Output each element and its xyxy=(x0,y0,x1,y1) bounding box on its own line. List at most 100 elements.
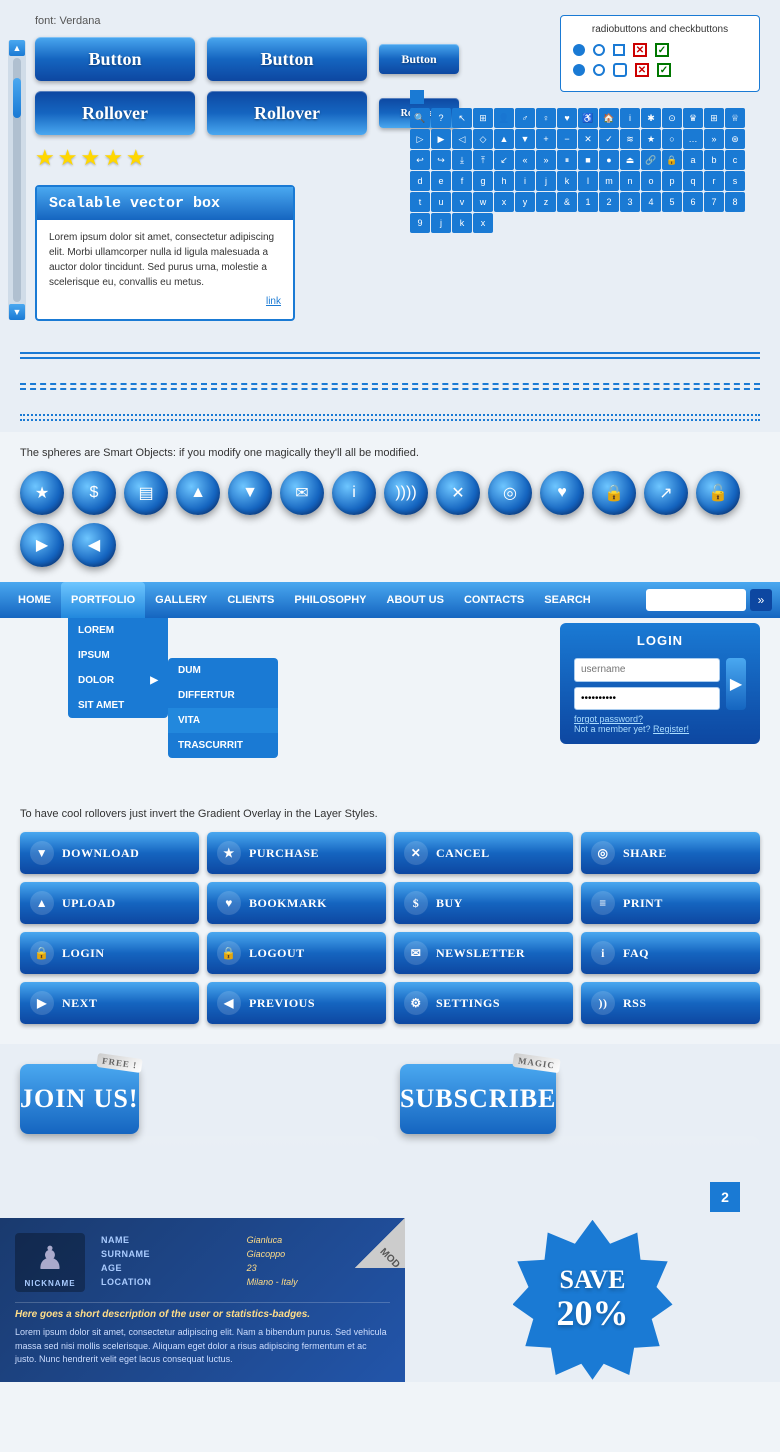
nav-gallery[interactable]: GALLERY xyxy=(145,582,217,618)
icon-f[interactable]: f xyxy=(452,171,472,191)
sub-vita[interactable]: VITA xyxy=(168,708,278,733)
sphere-heart[interactable]: ♥ xyxy=(540,471,584,515)
icon-female[interactable]: ♀ xyxy=(536,108,556,128)
icon-i[interactable]: i xyxy=(515,171,535,191)
forgot-password-link[interactable]: forgot password? xyxy=(574,714,643,724)
upload-button[interactable]: ▲ UPLOAD xyxy=(20,882,199,924)
share-button[interactable]: ◎ SHARE xyxy=(581,832,760,874)
rss-button[interactable]: )) RSS xyxy=(581,982,760,1024)
previous-button[interactable]: ◀ PREVIOUS xyxy=(207,982,386,1024)
sphere-arrow[interactable]: ↗ xyxy=(644,471,688,515)
sphere-play[interactable]: ▶ xyxy=(20,523,64,567)
icon-ul[interactable]: ⤒ xyxy=(473,150,493,170)
icon-z[interactable]: z xyxy=(536,192,556,212)
icon-b[interactable]: b xyxy=(704,150,724,170)
icon-o[interactable]: o xyxy=(641,171,661,191)
icon-person[interactable]: 👤 xyxy=(494,108,514,128)
icon-x2[interactable]: x xyxy=(494,192,514,212)
icon-circle[interactable]: ○ xyxy=(662,129,682,149)
icon-7[interactable]: 7 xyxy=(704,192,724,212)
icon-grid[interactable]: ⊞ xyxy=(473,108,493,128)
sphere-back[interactable]: ◀ xyxy=(72,523,116,567)
nav-home[interactable]: HOME xyxy=(8,582,61,618)
register-link[interactable]: Register! xyxy=(653,724,689,734)
scroll-thumb[interactable] xyxy=(13,78,21,118)
icon-q[interactable]: q xyxy=(683,171,703,191)
sphere-up[interactable]: ▲ xyxy=(176,471,220,515)
icon-s[interactable]: s xyxy=(725,171,745,191)
icon-dl[interactable]: ⤓ xyxy=(452,150,472,170)
icon-minus[interactable]: − xyxy=(557,129,577,149)
icon-fwd[interactable]: » xyxy=(536,150,556,170)
icon-g[interactable]: g xyxy=(473,171,493,191)
icon-undo[interactable]: ↩ xyxy=(410,150,430,170)
next-button[interactable]: ▶ NEXT xyxy=(20,982,199,1024)
icon-d[interactable]: d xyxy=(410,171,430,191)
icon-link[interactable]: 🔗 xyxy=(641,150,661,170)
radio-empty-2[interactable] xyxy=(593,64,605,76)
sphere-x[interactable]: ✕ xyxy=(436,471,480,515)
icon-check[interactable]: ✓ xyxy=(599,129,619,149)
icon-5[interactable]: 5 xyxy=(662,192,682,212)
icon-y[interactable]: y xyxy=(515,192,535,212)
icon-e[interactable]: e xyxy=(431,171,451,191)
icon-key[interactable]: a xyxy=(683,150,703,170)
icon-k2[interactable]: k xyxy=(452,213,472,233)
icon-plus[interactable]: + xyxy=(536,129,556,149)
newsletter-button[interactable]: ✉ NEWSLETTER xyxy=(394,932,573,974)
icon-search[interactable]: 🔍 xyxy=(410,108,430,128)
icon-wave[interactable]: ≋ xyxy=(620,129,640,149)
checkbox-x-2[interactable]: ✕ xyxy=(635,63,649,77)
sphere-lock[interactable]: 🔒 xyxy=(592,471,636,515)
icon-ff[interactable]: » xyxy=(704,129,724,149)
sphere-print[interactable]: ▤ xyxy=(124,471,168,515)
vector-box-link[interactable]: link xyxy=(49,294,281,309)
icon-rec[interactable]: ● xyxy=(599,150,619,170)
settings-button[interactable]: ⚙ SETTINGS xyxy=(394,982,573,1024)
icon-cursor[interactable]: ↖ xyxy=(452,108,472,128)
logout-button[interactable]: 🔒 LOGOUT xyxy=(207,932,386,974)
icon-m[interactable]: m xyxy=(599,171,619,191)
dropdown-ipsum[interactable]: IPSUM xyxy=(68,643,168,668)
dropdown-lorem[interactable]: LOREM xyxy=(68,618,168,643)
star-3[interactable]: ★ xyxy=(80,145,100,171)
icon-dl2[interactable]: ↙ xyxy=(494,150,514,170)
download-button[interactable]: ▼ DOWNLOAD xyxy=(20,832,199,874)
nav-search-button[interactable]: » xyxy=(750,589,772,611)
button-medium-1[interactable]: Button xyxy=(207,37,367,81)
checkbox-x-1[interactable]: ✕ xyxy=(633,43,647,57)
nav-contacts[interactable]: CONTACTS xyxy=(454,582,534,618)
icon-asterisk[interactable]: ✱ xyxy=(641,108,661,128)
icon-rwd[interactable]: « xyxy=(515,150,535,170)
icon-t[interactable]: t xyxy=(410,192,430,212)
subscribe-button[interactable]: SUBSCRIBE MAGIC xyxy=(400,1064,556,1134)
sphere-down[interactable]: ▼ xyxy=(228,471,272,515)
nav-search-input[interactable] xyxy=(646,589,746,611)
radio-filled-2[interactable] xyxy=(573,64,585,76)
sphere-info[interactable]: i xyxy=(332,471,376,515)
icon-question[interactable]: ? xyxy=(431,108,451,128)
icon-grid2[interactable]: ⊞ xyxy=(704,108,724,128)
icon-p[interactable]: p xyxy=(662,171,682,191)
sphere-rss[interactable]: )))) xyxy=(384,471,428,515)
icon-male[interactable]: ♂ xyxy=(515,108,535,128)
icon-r[interactable]: r xyxy=(704,171,724,191)
icon-diamond[interactable]: ◇ xyxy=(473,129,493,149)
icon-h[interactable]: h xyxy=(494,171,514,191)
button-large-1[interactable]: Button xyxy=(35,37,195,81)
icon-j[interactable]: j xyxy=(536,171,556,191)
faq-button[interactable]: i FAQ xyxy=(581,932,760,974)
icon-u[interactable]: u xyxy=(431,192,451,212)
rollover-large-1[interactable]: Rollover xyxy=(35,91,195,135)
sphere-dollar[interactable]: $ xyxy=(72,471,116,515)
print-button[interactable]: ≡ PRINT xyxy=(581,882,760,924)
checkbox-empty-2[interactable] xyxy=(613,63,627,77)
icon-redo[interactable]: ↪ xyxy=(431,150,451,170)
nav-portfolio[interactable]: PORTFOLIO xyxy=(61,582,145,618)
icon-2[interactable]: 2 xyxy=(599,192,619,212)
icon-clock[interactable]: ⊙ xyxy=(662,108,682,128)
icon-info[interactable]: i xyxy=(620,108,640,128)
icon-dots[interactable]: … xyxy=(683,129,703,149)
icon-v[interactable]: v xyxy=(452,192,472,212)
icon-heart[interactable]: ♥ xyxy=(557,108,577,128)
